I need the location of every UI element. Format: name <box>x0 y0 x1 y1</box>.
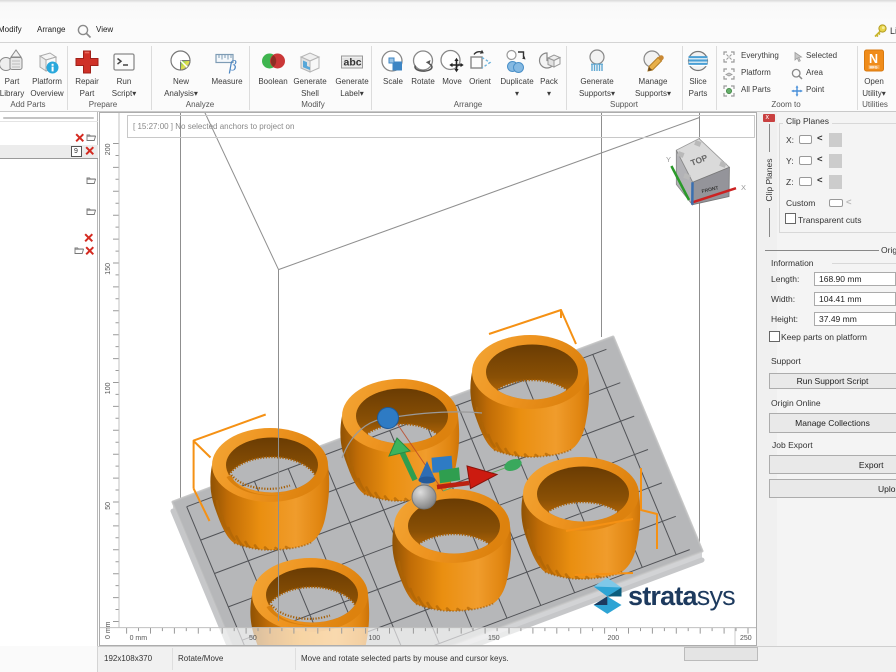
svg-text:200: 200 <box>608 635 620 642</box>
svg-text:X: X <box>741 183 746 192</box>
svg-text:Y: Y <box>666 155 671 164</box>
svg-text:0 mm: 0 mm <box>130 635 148 642</box>
svg-text:100: 100 <box>105 382 112 394</box>
svg-text:abc: abc <box>344 57 362 69</box>
svg-text:N: N <box>869 52 878 66</box>
svg-text:150: 150 <box>488 635 500 642</box>
svg-text:100: 100 <box>369 635 381 642</box>
svg-text:MFG: MFG <box>870 65 878 69</box>
svg-text:stratasys: stratasys <box>628 581 735 611</box>
svg-text:0 mm: 0 mm <box>105 621 112 639</box>
svg-text:50: 50 <box>249 635 257 642</box>
svg-text:250: 250 <box>740 635 752 642</box>
svg-text:[ 15:27:00 ] No selected ancho: [ 15:27:00 ] No selected anchors to proj… <box>133 122 294 131</box>
svg-text:200: 200 <box>105 143 112 155</box>
svg-text:β: β <box>228 59 237 75</box>
svg-text:50: 50 <box>105 502 112 510</box>
svg-text:150: 150 <box>105 263 112 275</box>
